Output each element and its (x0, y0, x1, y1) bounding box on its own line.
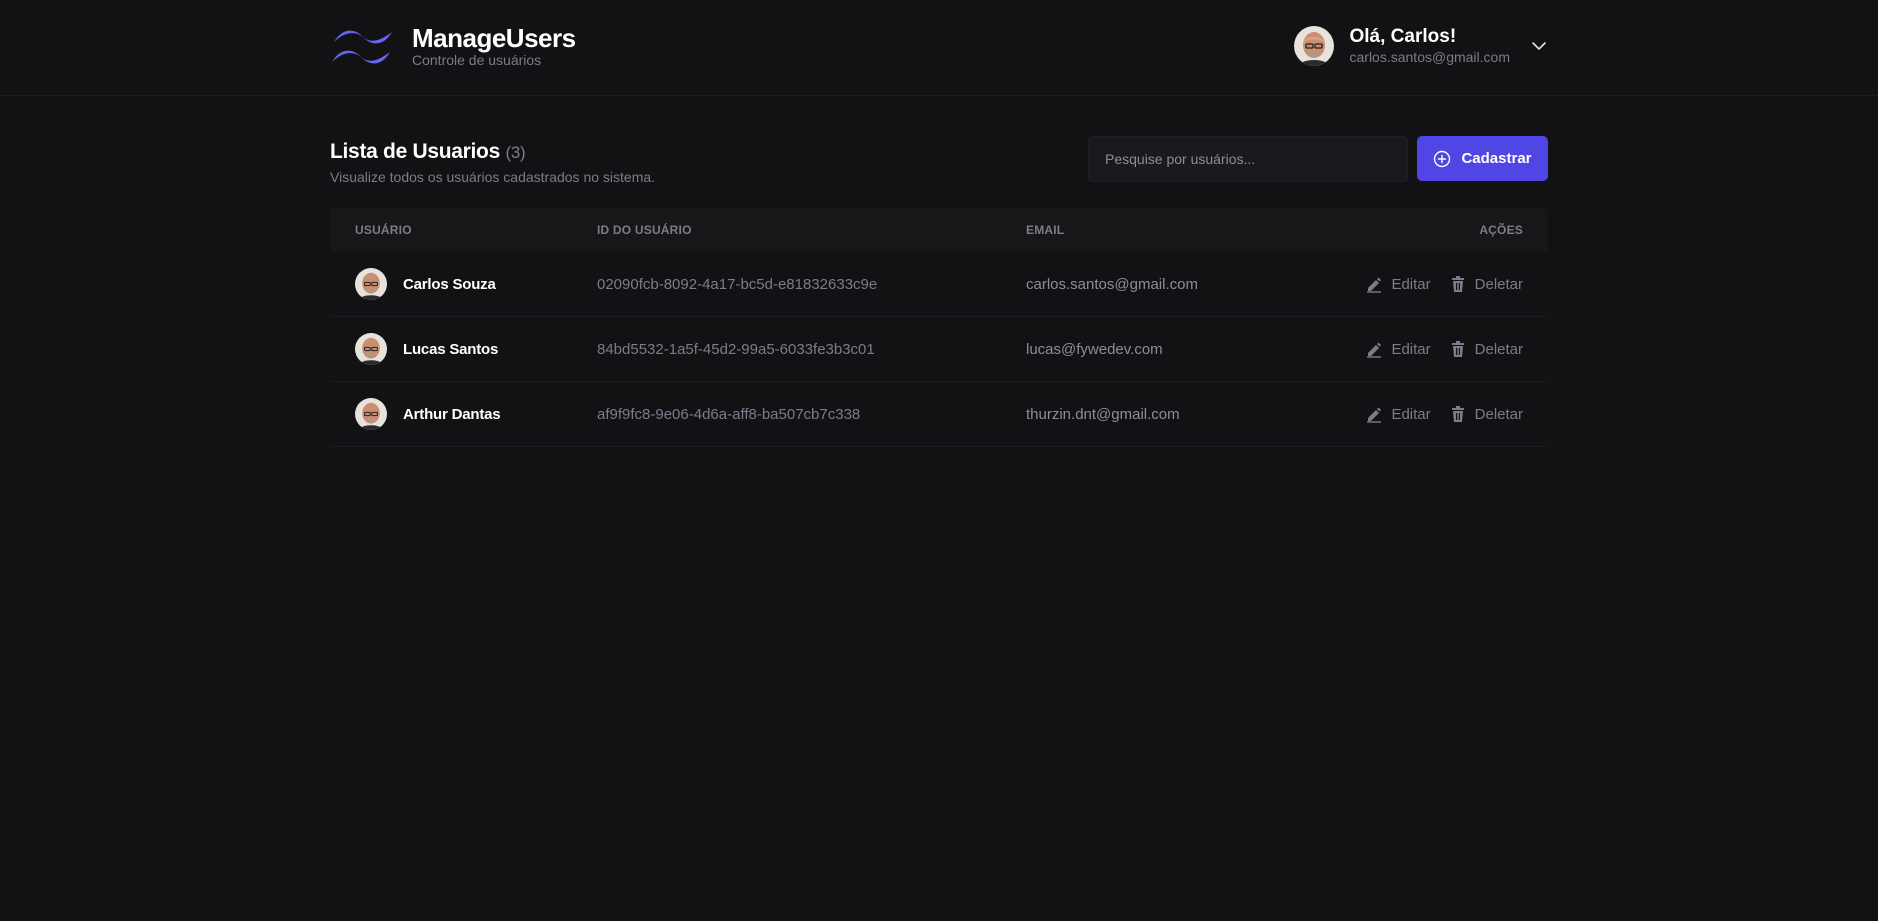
page-title: Lista de Usuarios (3) (330, 138, 655, 167)
column-header-id: ID DO USUÁRIO (597, 223, 692, 237)
search-input[interactable] (1088, 136, 1408, 182)
edit-button[interactable]: Editar (1365, 405, 1431, 423)
brand[interactable]: ManageUsers Controle de usuários (330, 24, 576, 68)
table-header: USUÁRIO ID DO USUÁRIO EMAIL AÇÕES (330, 208, 1548, 252)
user-name: Carlos Souza (403, 275, 496, 293)
user-id: 84bd5532-1a5f-45d2-99a5-6033fe3b3c01 (597, 340, 875, 358)
greeting: Olá, Carlos! (1349, 26, 1457, 47)
list-toolbar: Lista de Usuarios (3) Visualize todos os… (330, 136, 1548, 208)
page-subtitle: Visualize todos os usuários cadastrados … (330, 169, 656, 185)
pencil-icon (1367, 277, 1382, 293)
delete-label: Deletar (1474, 405, 1523, 423)
main-content: Lista de Usuarios (3) Visualize todos os… (330, 136, 1548, 447)
plus-circle-icon (1434, 150, 1451, 167)
user-email: carlos.santos@gmail.com (1349, 49, 1511, 65)
edit-button[interactable]: Editar (1365, 340, 1431, 358)
brand-title: ManageUsers (412, 23, 576, 53)
table-row: Lucas Santos 84bd5532-1a5f-45d2-99a5-603… (330, 317, 1548, 382)
delete-label: Deletar (1474, 275, 1523, 293)
trash-icon (1451, 406, 1464, 422)
edit-label: Editar (1391, 405, 1431, 423)
user-id: 02090fcb-8092-4a17-bc5d-e81832633c9e (597, 275, 878, 293)
column-header-actions: AÇÕES (1479, 223, 1523, 237)
delete-button[interactable]: Deletar (1449, 275, 1523, 293)
avatar (1293, 26, 1334, 66)
logo-icon (332, 30, 392, 64)
trash-icon (1451, 276, 1464, 292)
edit-button[interactable]: Editar (1365, 275, 1431, 293)
delete-button[interactable]: Deletar (1449, 340, 1523, 358)
user-name: Lucas Santos (403, 340, 499, 358)
create-user-button[interactable]: Cadastrar (1417, 136, 1548, 181)
page-title-text: Lista de Usuarios (330, 140, 500, 163)
user-email: thurzin.dnt@gmail.com (1026, 405, 1180, 423)
edit-label: Editar (1391, 275, 1431, 293)
avatar (355, 333, 387, 365)
user-email: carlos.santos@gmail.com (1026, 275, 1198, 293)
app-header: ManageUsers Controle de usuários Olá, Ca… (0, 0, 1878, 96)
delete-label: Deletar (1474, 340, 1523, 358)
profile-menu[interactable]: Olá, Carlos! carlos.santos@gmail.com (1293, 26, 1549, 66)
create-user-label: Cadastrar (1461, 150, 1532, 167)
pencil-icon (1367, 342, 1382, 358)
delete-button[interactable]: Deletar (1449, 405, 1523, 423)
column-header-user: USUÁRIO (355, 223, 412, 237)
edit-label: Editar (1391, 340, 1431, 358)
table-row: Arthur Dantas af9f9fc8-9e06-4d6a-aff8-ba… (330, 382, 1548, 447)
avatar (355, 268, 387, 300)
user-email: lucas@fywedev.com (1026, 340, 1163, 358)
avatar (355, 398, 387, 430)
brand-subtitle: Controle de usuários (412, 52, 542, 68)
user-count: (3) (505, 143, 526, 162)
table-row: Carlos Souza 02090fcb-8092-4a17-bc5d-e81… (330, 252, 1548, 317)
column-header-email: EMAIL (1026, 223, 1065, 237)
user-name: Arthur Dantas (403, 405, 501, 423)
chevron-down-icon[interactable] (1530, 37, 1548, 55)
users-table: USUÁRIO ID DO USUÁRIO EMAIL AÇÕES Carlos… (330, 208, 1548, 447)
trash-icon (1451, 341, 1464, 357)
pencil-icon (1367, 407, 1382, 423)
user-id: af9f9fc8-9e06-4d6a-aff8-ba507cb7c338 (597, 405, 861, 423)
